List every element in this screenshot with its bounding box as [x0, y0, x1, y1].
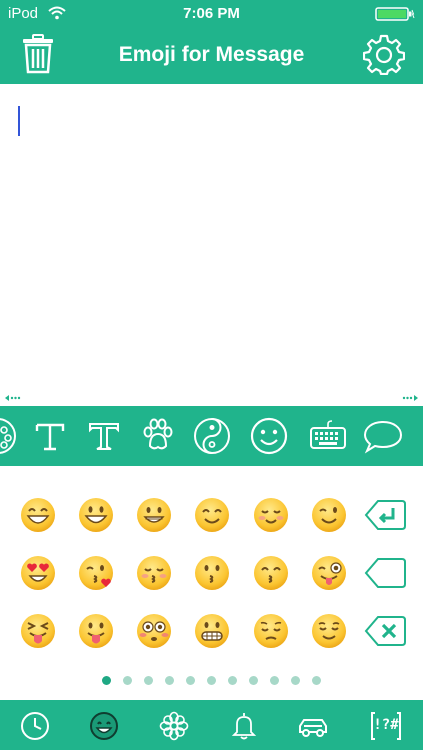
- grimacing-icon: [195, 614, 229, 648]
- page-dot[interactable]: [186, 676, 195, 685]
- grinning-smiling-eyes-icon: [21, 498, 55, 532]
- space-key[interactable]: [364, 557, 406, 589]
- tab-objects[interactable]: [228, 710, 260, 742]
- bell-icon: [231, 713, 257, 740]
- tab-faces[interactable]: [88, 710, 120, 742]
- grinning-icon: [137, 498, 171, 532]
- scroll-right-icon[interactable]: [401, 393, 419, 403]
- relieved-icon: [312, 614, 346, 648]
- gear-icon: [362, 34, 406, 76]
- kissing-heart-icon: [79, 556, 113, 590]
- flower-icon: [159, 711, 189, 741]
- emoji-pensive[interactable]: [253, 613, 289, 649]
- scroll-left-icon[interactable]: [4, 393, 22, 403]
- pensive-icon: [254, 614, 288, 648]
- page-dot[interactable]: [270, 676, 279, 685]
- delete-key-icon: [364, 616, 406, 646]
- emoji-flushed[interactable]: [136, 613, 172, 649]
- emoji-kissing-smiling-eyes[interactable]: [253, 555, 289, 591]
- page-dot[interactable]: [123, 676, 132, 685]
- recent-clock-icon: [21, 712, 49, 740]
- emoji-grimacing[interactable]: [194, 613, 230, 649]
- page-indicator: [0, 674, 423, 688]
- kissing-smiling-eyes-icon: [254, 556, 288, 590]
- emoji-kissing-closed-eyes[interactable]: [136, 555, 172, 591]
- page-dot-active[interactable]: [102, 676, 111, 685]
- speech-bubble-icon: [363, 420, 403, 454]
- page-dot[interactable]: [165, 676, 174, 685]
- outline-t-icon: [89, 423, 119, 450]
- emoji-relaxed[interactable]: [253, 497, 289, 533]
- emoji-kissing-heart[interactable]: [78, 555, 114, 591]
- emoji-smiley-open-mouth[interactable]: [78, 497, 114, 533]
- style-item-speech-bubble[interactable]: [363, 416, 403, 456]
- car-icon: [299, 719, 327, 737]
- status-time: 7:06 PM: [183, 5, 240, 22]
- emoji-relieved[interactable]: [311, 613, 347, 649]
- style-item-flower[interactable]: [0, 416, 18, 456]
- relaxed-icon: [254, 498, 288, 532]
- return-key-icon: [364, 500, 406, 530]
- style-item-smiley[interactable]: [249, 416, 289, 456]
- style-item-serif-t[interactable]: [30, 416, 70, 456]
- status-bar: iPod 7:06 PM: [0, 0, 423, 28]
- flower-circle-icon: [0, 418, 16, 454]
- page-dot[interactable]: [207, 676, 216, 685]
- page-dot[interactable]: [228, 676, 237, 685]
- space-key-icon: [364, 558, 406, 588]
- emoji-stuck-out-tongue[interactable]: [78, 613, 114, 649]
- tab-symbols[interactable]: !?#: [370, 710, 402, 742]
- smiling-eyes-icon: [195, 498, 229, 532]
- style-item-paw[interactable]: [138, 416, 178, 456]
- emoji-stuck-out-tongue-winking[interactable]: [311, 555, 347, 591]
- stuck-out-tongue-winking-icon: [312, 556, 346, 590]
- faces-icon: [90, 712, 118, 740]
- return-key[interactable]: [364, 499, 406, 531]
- smiley-icon: [250, 417, 288, 455]
- page-dot[interactable]: [249, 676, 258, 685]
- message-editor[interactable]: [0, 84, 423, 390]
- page-title: Emoji for Message: [118, 43, 305, 66]
- flushed-icon: [137, 614, 171, 648]
- trash-icon: [23, 34, 53, 74]
- keyboard-icon: [310, 420, 346, 449]
- trash-button[interactable]: [20, 34, 56, 74]
- emoji-stuck-out-tongue-closed-eyes[interactable]: [20, 613, 56, 649]
- emoji-kissing[interactable]: [194, 555, 230, 591]
- page-dot[interactable]: [144, 676, 153, 685]
- top-bar: iPod 7:06 PM Emoji for Message: [0, 0, 423, 84]
- stuck-out-tongue-closed-eyes-icon: [21, 614, 55, 648]
- stuck-out-tongue-icon: [79, 614, 113, 648]
- text-caret: [18, 106, 20, 136]
- emoji-heart-eyes[interactable]: [20, 555, 56, 591]
- serif-t-icon: [35, 423, 65, 451]
- battery-icon: [375, 7, 415, 21]
- kissing-icon: [195, 556, 229, 590]
- heart-eyes-icon: [21, 556, 55, 590]
- style-item-outline-t[interactable]: [84, 416, 124, 456]
- yin-yang-icon: [194, 418, 230, 454]
- page-dot[interactable]: [312, 676, 321, 685]
- category-tab-bar: !?#: [0, 700, 423, 750]
- emoji-winking[interactable]: [311, 497, 347, 533]
- symbols-label: !?#: [373, 717, 399, 733]
- winking-icon: [312, 498, 346, 532]
- emoji-grinning[interactable]: [136, 497, 172, 533]
- tab-recent[interactable]: [19, 710, 51, 742]
- tab-nature[interactable]: [158, 710, 190, 742]
- style-item-yin-yang[interactable]: [192, 416, 232, 456]
- page-dot[interactable]: [291, 676, 300, 685]
- kissing-closed-eyes-icon: [137, 556, 171, 590]
- delete-key[interactable]: [364, 615, 406, 647]
- style-item-keyboard[interactable]: [308, 416, 348, 456]
- style-bar: [0, 406, 423, 466]
- emoji-smiling-eyes[interactable]: [194, 497, 230, 533]
- emoji-grinning-smiling-eyes[interactable]: [20, 497, 56, 533]
- emoji-grid: [0, 466, 423, 700]
- paw-icon: [143, 418, 173, 450]
- tab-places[interactable]: [297, 710, 329, 742]
- smiley-open-mouth-icon: [79, 498, 113, 532]
- settings-button[interactable]: [362, 33, 406, 76]
